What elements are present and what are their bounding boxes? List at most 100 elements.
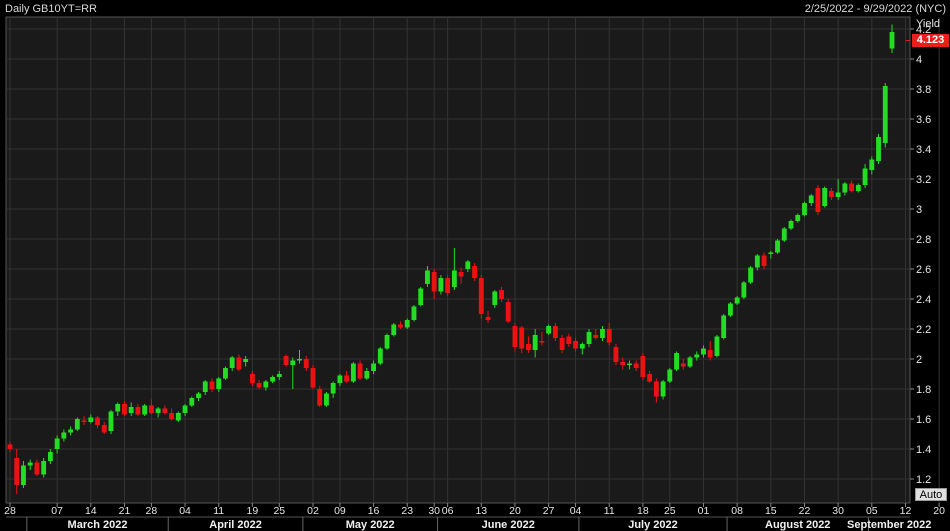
auto-scale-button[interactable]: Auto: [915, 488, 947, 501]
candle-body: [155, 408, 161, 413]
x-axis: 28 07 14 21 28 04 11 19 25 02 09 16 23 30 06 13 20 27 04 11…: [4, 503, 945, 531]
y-tick-label: 2: [916, 354, 922, 366]
month-label: August 2022: [765, 519, 830, 531]
candle-body: [660, 381, 666, 397]
candle-body: [276, 374, 282, 377]
candle-body: [14, 458, 20, 485]
candle: [815, 185, 821, 215]
candle-body: [721, 315, 727, 338]
candle-body: [431, 272, 437, 292]
candle: [317, 386, 323, 407]
candle-body: [586, 332, 592, 344]
month-label: April 2022: [209, 519, 262, 531]
candle: [667, 368, 673, 383]
y-tick-label: 3: [916, 204, 922, 216]
candle-body: [384, 335, 390, 349]
candle-body: [748, 267, 754, 283]
candle-body: [499, 290, 504, 299]
candle: [189, 396, 195, 407]
candle-body: [808, 195, 814, 203]
candle: [748, 266, 754, 284]
candle: [687, 356, 693, 368]
candle-body: [148, 405, 154, 413]
candle-body: [196, 393, 201, 398]
candle-body: [7, 444, 13, 449]
candle: [882, 83, 888, 148]
candle-body: [317, 389, 323, 406]
candle-body: [202, 381, 208, 392]
candle-body: [21, 465, 26, 485]
x-tick-label: 18: [637, 505, 649, 517]
candle: [822, 186, 828, 208]
y-tick-label: 1.4: [916, 444, 931, 456]
month-label: May 2022: [346, 519, 395, 531]
x-tick-label: 22: [799, 505, 811, 517]
candle: [781, 227, 787, 242]
candle: [310, 365, 316, 389]
candle-body: [667, 369, 673, 382]
x-tick-label: 11: [604, 505, 615, 517]
candle-body: [175, 413, 181, 421]
candle-body: [539, 341, 545, 343]
y-tick-label: 2.8: [916, 234, 931, 246]
candlestick-chart[interactable]: 1.2 1.4 1.6 1.8 2 2.2 2.4 2.6 2.8 3 3.2 3.4 3.6 3.8 4 4…: [0, 0, 950, 531]
candle-body: [41, 461, 47, 475]
candle-body: [552, 326, 558, 338]
x-tick-label: 04: [570, 505, 582, 517]
month-label: July 2022: [628, 519, 678, 531]
candle-body: [626, 363, 632, 365]
x-tick-label: 15: [765, 505, 777, 517]
candle-body: [674, 353, 679, 370]
candle-body: [579, 344, 585, 349]
candle-body: [855, 185, 861, 191]
candle-body: [835, 192, 841, 197]
candle-body: [189, 398, 195, 406]
month-label: March 2022: [68, 519, 128, 531]
x-tick-label: 30: [428, 505, 440, 517]
candle-body: [505, 302, 511, 322]
candle-body: [290, 360, 296, 365]
candle-body: [162, 408, 168, 413]
candle: [721, 314, 727, 340]
candle-body: [768, 252, 774, 254]
candle-body: [451, 270, 457, 287]
candle-body: [101, 425, 107, 433]
x-tick-label: 11: [213, 505, 224, 517]
candle-body: [526, 344, 531, 350]
candle-body: [734, 297, 740, 304]
candle-body: [701, 348, 706, 355]
candle: [324, 392, 329, 407]
candle-body: [54, 438, 60, 449]
candle-body: [532, 335, 538, 350]
plot-area[interactable]: [5, 16, 911, 504]
candle-body: [142, 405, 148, 415]
candle-body: [512, 326, 518, 347]
candle-body: [647, 374, 653, 382]
x-tick-label: 23: [401, 505, 413, 517]
candle-body: [492, 291, 498, 305]
candle-body: [350, 363, 356, 382]
x-tick-label: 02: [307, 505, 319, 517]
candle: [391, 323, 397, 337]
candle-body: [108, 411, 114, 431]
candle-body: [842, 183, 848, 193]
x-tick-label: 19: [247, 505, 259, 517]
candle-body: [849, 183, 855, 191]
candle: [175, 411, 181, 422]
candle-body: [633, 363, 639, 368]
candle-body: [357, 363, 363, 379]
candle-body: [653, 381, 659, 397]
x-tick-label: 09: [334, 505, 346, 517]
candle-body: [303, 359, 309, 368]
candle-body: [876, 137, 881, 161]
candle-body: [687, 357, 693, 367]
candle-body: [270, 377, 276, 382]
candle: [418, 287, 424, 307]
candle-body: [364, 371, 370, 379]
x-tick-label: 20: [933, 505, 945, 517]
candle-body: [47, 452, 53, 461]
candle-body: [862, 168, 868, 185]
candle: [74, 417, 80, 431]
candle-body: [425, 270, 430, 284]
candle-body: [640, 356, 646, 377]
